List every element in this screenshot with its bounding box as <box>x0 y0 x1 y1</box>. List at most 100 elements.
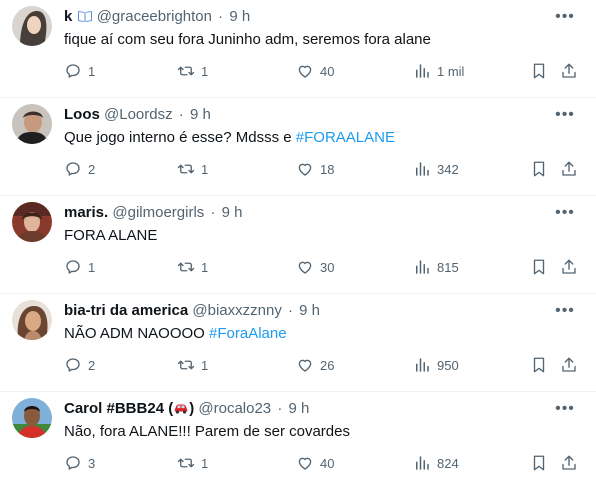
avatar[interactable] <box>12 398 52 438</box>
reply-bubble-icon <box>66 456 80 470</box>
tweet[interactable]: bia-tri da america @biaxxzznny · 9 h •••… <box>0 294 596 392</box>
more-horizontal-icon[interactable]: ••• <box>554 300 576 322</box>
more-horizontal-icon[interactable]: ••• <box>554 104 576 126</box>
bar-chart-icon <box>416 260 429 274</box>
share-button[interactable] <box>560 256 578 278</box>
display-name-suffix[interactable]: ) <box>189 400 194 417</box>
timestamp[interactable]: 9 h <box>289 400 310 417</box>
timestamp[interactable]: 9 h <box>190 106 211 123</box>
retweet-button[interactable]: 1 <box>177 256 208 278</box>
display-name[interactable]: bia-tri da america <box>64 302 188 319</box>
tweet-text: Não, fora ALANE!!! Parem de ser covardes <box>64 422 350 442</box>
tweet-actions: 1 1 30 815 <box>64 256 584 278</box>
user-handle[interactable]: @Loordsz <box>104 106 173 123</box>
avatar[interactable] <box>12 104 52 144</box>
tweet-header: maris. @gilmoergirls · 9 h <box>64 203 243 223</box>
tweet[interactable]: Carol #BBB24 () @rocalo23 · 9 h ••• Não,… <box>0 392 596 486</box>
retweet-button[interactable]: 1 <box>177 158 208 180</box>
heart-icon <box>298 261 312 274</box>
bar-chart-icon <box>416 64 429 78</box>
bookmark-button[interactable] <box>530 354 548 376</box>
retweet-count: 1 <box>201 63 209 79</box>
retweet-icon <box>177 458 195 468</box>
heart-icon <box>298 65 312 78</box>
more-horizontal-icon[interactable]: ••• <box>554 6 576 28</box>
views-button[interactable]: 342 <box>413 158 459 180</box>
bookmark-icon <box>533 455 545 471</box>
share-upload-icon <box>562 357 576 372</box>
avatar[interactable] <box>12 6 52 46</box>
tweet-text-body: Não, fora ALANE!!! Parem de ser covardes <box>64 423 350 440</box>
tweet-text: fique aí com seu fora Juninho adm, serem… <box>64 30 431 50</box>
timestamp[interactable]: 9 h <box>229 8 250 25</box>
more-horizontal-icon[interactable]: ••• <box>554 202 576 224</box>
views-button[interactable]: 1 mil <box>413 60 464 82</box>
hashtag-link[interactable]: #ForaAlane <box>209 325 287 342</box>
reply-button[interactable]: 3 <box>64 452 95 474</box>
bookmark-icon <box>533 357 545 373</box>
reply-feed: k @graceebrighton · 9 h ••• fique aí com… <box>0 0 596 486</box>
display-name[interactable]: k <box>64 8 72 25</box>
bookmark-button[interactable] <box>530 158 548 180</box>
share-button[interactable] <box>560 60 578 82</box>
tweet[interactable]: Loos @Loordsz · 9 h ••• Que jogo interno… <box>0 98 596 196</box>
retweet-button[interactable]: 1 <box>177 60 208 82</box>
timestamp[interactable]: 9 h <box>299 302 320 319</box>
reply-button[interactable]: 2 <box>64 158 95 180</box>
display-name[interactable]: Loos <box>64 106 100 123</box>
tweet-text: FORA ALANE <box>64 226 157 246</box>
share-button[interactable] <box>560 354 578 376</box>
like-button[interactable]: 40 <box>296 452 334 474</box>
reply-button[interactable]: 2 <box>64 354 95 376</box>
share-upload-icon <box>562 161 576 176</box>
bookmark-icon <box>533 161 545 177</box>
share-upload-icon <box>562 455 576 470</box>
tweet-actions: 1 1 40 1 mil <box>64 60 584 82</box>
tweet[interactable]: k @graceebrighton · 9 h ••• fique aí com… <box>0 0 596 98</box>
bookmark-button[interactable] <box>530 60 548 82</box>
bookmark-button[interactable] <box>530 256 548 278</box>
share-button[interactable] <box>560 452 578 474</box>
share-button[interactable] <box>560 158 578 180</box>
retweet-button[interactable]: 1 <box>177 354 208 376</box>
like-button[interactable]: 40 <box>296 60 334 82</box>
like-button[interactable]: 26 <box>296 354 334 376</box>
tweet-header: Loos @Loordsz · 9 h <box>64 105 211 125</box>
user-handle[interactable]: @biaxxzznny <box>192 302 281 319</box>
separator-dot: · <box>178 106 184 123</box>
like-count: 40 <box>320 63 335 79</box>
timestamp[interactable]: 9 h <box>222 204 243 221</box>
tweet[interactable]: maris. @gilmoergirls · 9 h ••• FORA ALAN… <box>0 196 596 294</box>
hashtag-link[interactable]: #FORAALANE <box>296 129 395 146</box>
heart-icon <box>298 163 312 176</box>
display-name[interactable]: Carol #BBB24 ( <box>64 400 173 417</box>
views-button[interactable]: 815 <box>413 256 459 278</box>
views-count: 342 <box>437 161 459 177</box>
tweet-text-body: FORA ALANE <box>64 227 158 244</box>
tweet-header: bia-tri da america @biaxxzznny · 9 h <box>64 301 320 321</box>
user-handle[interactable]: @graceebrighton <box>97 8 212 25</box>
reply-count: 2 <box>88 357 96 373</box>
avatar[interactable] <box>12 300 52 340</box>
display-name[interactable]: maris. <box>64 204 108 221</box>
user-handle[interactable]: @gilmoergirls <box>112 204 204 221</box>
retweet-count: 1 <box>201 455 209 471</box>
tweet-actions: 2 1 18 342 <box>64 158 584 180</box>
open-book-emoji-icon <box>77 8 93 25</box>
tweet-actions: 2 1 26 950 <box>64 354 584 376</box>
avatar[interactable] <box>12 202 52 242</box>
retweet-count: 1 <box>201 357 209 373</box>
more-horizontal-icon[interactable]: ••• <box>554 398 576 420</box>
retweet-button[interactable]: 1 <box>177 452 208 474</box>
like-count: 26 <box>320 357 335 373</box>
reply-button[interactable]: 1 <box>64 60 95 82</box>
views-button[interactable]: 824 <box>413 452 459 474</box>
views-button[interactable]: 950 <box>413 354 459 376</box>
reply-count: 1 <box>88 63 96 79</box>
bookmark-button[interactable] <box>530 452 548 474</box>
user-handle[interactable]: @rocalo23 <box>198 400 271 417</box>
retweet-icon <box>177 262 195 272</box>
reply-button[interactable]: 1 <box>64 256 95 278</box>
like-button[interactable]: 18 <box>296 158 334 180</box>
like-button[interactable]: 30 <box>296 256 334 278</box>
